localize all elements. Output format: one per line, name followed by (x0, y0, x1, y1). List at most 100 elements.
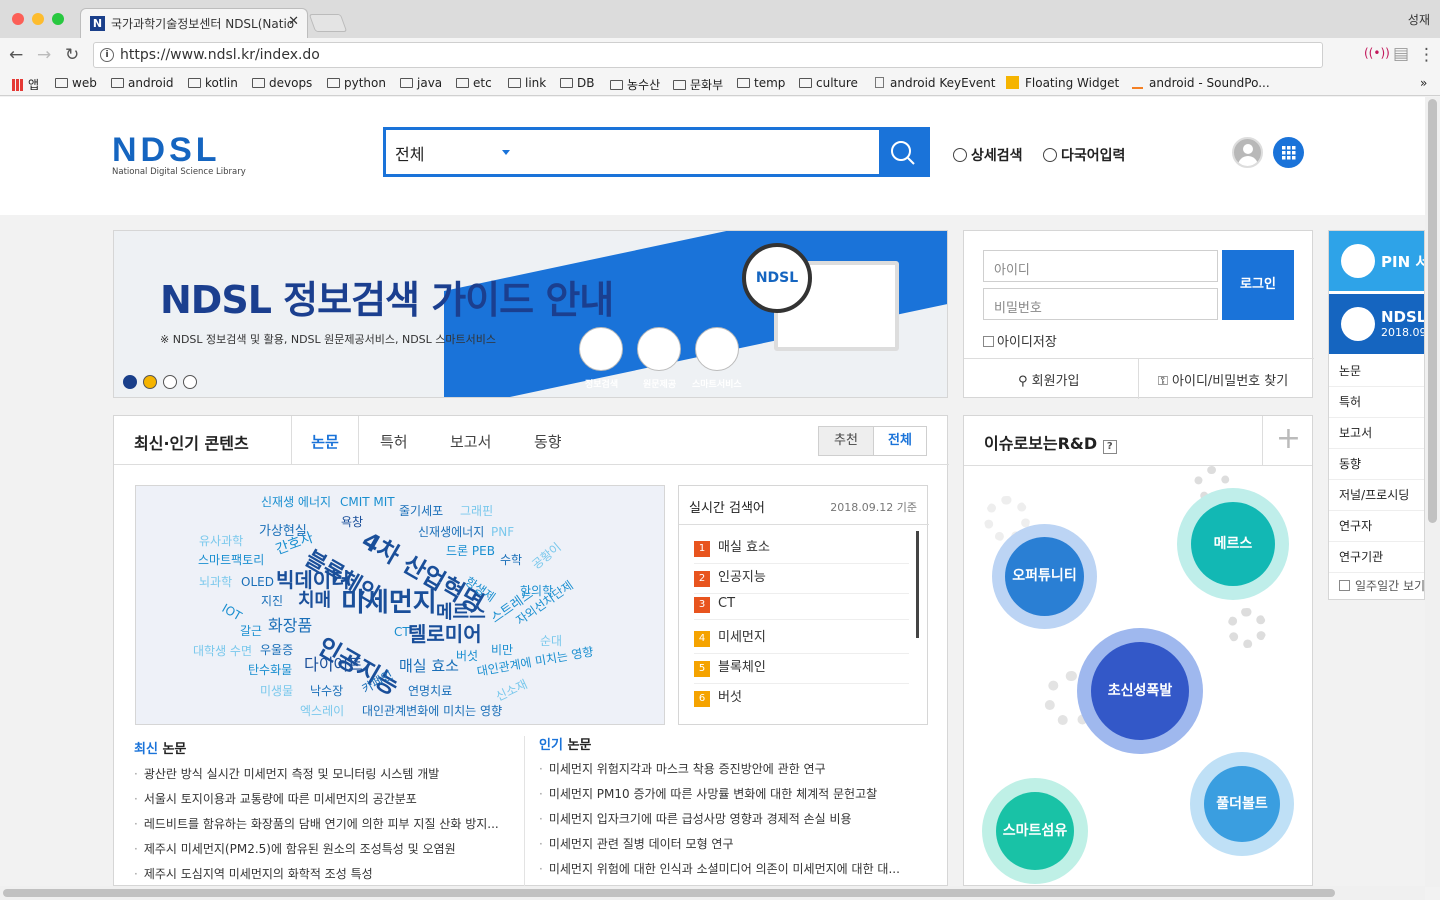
cast-icon[interactable]: ((•)) (1364, 46, 1390, 60)
cloud-keyword[interactable]: 수학 (500, 554, 522, 566)
reload-icon[interactable]: ↻ (65, 45, 79, 65)
cloud-keyword[interactable]: 연명치료 (408, 685, 452, 697)
issue-bubble-fulldervolt[interactable]: 풀더볼트 (1190, 752, 1294, 856)
latest-paper-item[interactable]: · 광산란 방식 실시간 미세먼지 측정 및 모니터링 시스템 개발 (134, 765, 509, 782)
cloud-keyword[interactable]: 메르스 (436, 604, 486, 622)
bookmark-page[interactable]: android - SoundPo... (1132, 76, 1270, 90)
cloud-keyword[interactable]: 치매 (298, 592, 331, 610)
close-tab-icon[interactable]: ✕ (288, 14, 299, 29)
cloud-keyword[interactable]: 갈근 (240, 625, 262, 637)
password-input[interactable]: 비밀번호 (983, 288, 1218, 320)
cloud-keyword[interactable]: 순대 (540, 635, 562, 647)
cloud-keyword[interactable]: 비만 (491, 644, 513, 656)
forward-icon[interactable]: → (37, 45, 51, 65)
maximize-window-button[interactable] (52, 13, 64, 25)
join-link[interactable]: ⚲ 회원가입 (1018, 370, 1080, 389)
cloud-keyword[interactable]: PNF (491, 526, 514, 538)
ndsl-app-banner[interactable]: NDSL 2018.09 (1329, 294, 1424, 354)
address-bar[interactable]: i https://www.ndsl.kr/index.do (93, 42, 1323, 68)
login-button[interactable]: 로그인 (1222, 250, 1294, 320)
bookmark-folder[interactable]: python (327, 76, 386, 90)
cloud-keyword[interactable]: 대인관계변화에 미치는 영향 (362, 705, 502, 717)
week-checkbox[interactable]: 일주일간 보기 (1339, 577, 1424, 594)
cloud-keyword[interactable]: 그래핀 (460, 505, 493, 517)
apps-bookmark[interactable]: 앱 (12, 76, 39, 93)
realtime-item[interactable]: 4 미세먼지 (694, 626, 909, 654)
bookmark-folder[interactable]: culture (799, 76, 858, 90)
sidebar-item[interactable]: 동향 (1339, 455, 1361, 472)
sidebar-item[interactable]: 저널/프로시딩 (1339, 486, 1409, 503)
popular-paper-item[interactable]: · 미세먼지 위험에 대한 인식과 소셜미디어 의존이 미세먼지에 대한 대... (539, 860, 919, 877)
search-scope-select[interactable]: 전체 (395, 141, 424, 165)
search-input[interactable] (521, 130, 876, 174)
realtime-item[interactable]: 1 매실 효소 (694, 536, 909, 564)
detail-search-link[interactable]: 상세검색 (953, 145, 1023, 165)
cloud-keyword[interactable]: 매실 효소 (399, 659, 459, 674)
cloud-keyword[interactable]: 우울증 (260, 644, 293, 656)
realtime-scrollbar[interactable] (916, 531, 919, 638)
cloud-keyword[interactable]: OLED (241, 576, 274, 588)
issue-bubble-supernova[interactable]: 초신성폭발 (1077, 628, 1203, 754)
sidebar-item[interactable]: 논문 (1339, 362, 1361, 379)
cloud-keyword[interactable]: 지진 (261, 595, 283, 607)
find-account-link[interactable]: ⚿ 아이디/비밀번호 찾기 (1158, 370, 1288, 389)
bookmark-page[interactable]: android KeyEvent (875, 76, 996, 90)
bookmark-folder[interactable]: DB (560, 76, 594, 90)
realtime-item[interactable]: 6 버섯 (694, 686, 909, 713)
vertical-scrollbar[interactable] (1425, 97, 1440, 887)
bookmark-folder[interactable]: temp (737, 76, 785, 90)
cloud-keyword[interactable]: 욕창 (341, 516, 363, 528)
cloud-keyword[interactable]: 유사과학 (199, 535, 243, 547)
bookmark-page[interactable]: Floating Widget (1006, 76, 1119, 90)
cloud-keyword[interactable]: 화장품 (268, 618, 312, 634)
cloud-keyword[interactable]: 빅데이터 (276, 570, 350, 590)
sidebar-item[interactable]: 보고서 (1339, 424, 1372, 441)
extension-icon[interactable]: ▤ (1393, 44, 1409, 64)
tab-paper[interactable]: 논문 (291, 416, 359, 465)
tab-trend[interactable]: 동향 (534, 431, 562, 452)
all-button[interactable]: 전체 (873, 426, 927, 456)
issue-bubble-mers[interactable]: 메르스 (1177, 488, 1289, 600)
bookmark-folder[interactable]: kotlin (188, 76, 238, 90)
issue-more-button[interactable]: + (1262, 416, 1312, 465)
recommend-button[interactable]: 추천 (818, 426, 874, 456)
cloud-keyword[interactable]: 텔로미어 (408, 624, 482, 644)
bookmark-folder[interactable]: etc (456, 76, 492, 90)
multilang-link[interactable]: 다국어입력 (1043, 145, 1125, 165)
latest-paper-item[interactable]: · 서울시 토지이용과 교통량에 따른 미세먼지의 공간분포 (134, 790, 509, 807)
latest-paper-item[interactable]: · 레드비트를 함유하는 화장품의 담배 연기에 의한 피부 지질 산화 방지..… (134, 815, 509, 832)
sidebar-item[interactable]: 연구기관 (1339, 548, 1383, 565)
latest-paper-item[interactable]: · 제주시 미세먼지(PM2.5)에 함유된 원소의 조성특성 및 오염원 (134, 840, 509, 857)
horizontal-scrollbar[interactable] (0, 886, 1425, 900)
cloud-keyword[interactable]: 줄기세포 (399, 505, 443, 517)
cloud-keyword[interactable]: 엑스레이 (300, 705, 344, 717)
popular-paper-item[interactable]: · 미세먼지 관련 질병 데이터 모형 연구 (539, 835, 919, 852)
id-input[interactable]: 아이디 (983, 250, 1218, 282)
realtime-item[interactable]: 5 블록체인 (694, 656, 909, 684)
cloud-keyword[interactable]: 미생물 (260, 685, 293, 697)
help-icon[interactable]: ? (1102, 440, 1117, 454)
new-tab-button[interactable] (308, 14, 348, 32)
cloud-keyword[interactable]: 버섯 (456, 650, 478, 662)
ndsl-logo[interactable]: NDSL National Digital Science Library (112, 133, 246, 177)
browser-tab[interactable]: N 국가과학기술정보센터 NDSL(Natio ✕ (80, 8, 308, 38)
cloud-keyword[interactable]: 공황이 (529, 540, 563, 572)
cloud-keyword[interactable]: 드론 PEB (446, 545, 495, 557)
info-icon[interactable]: i (100, 48, 114, 62)
cloud-keyword[interactable]: 신소재 (494, 677, 530, 704)
cloud-keyword[interactable]: 다이어트 (304, 657, 363, 673)
pin-service-button[interactable]: PIN 서비 (1329, 231, 1424, 291)
cloud-keyword[interactable]: IOT (220, 601, 245, 623)
popular-paper-item[interactable]: · 미세먼지 PM10 증가에 따른 사망률 변화에 대한 체계적 문헌고찰 (539, 785, 919, 802)
menu-icon[interactable]: ⋮ (1418, 45, 1435, 65)
cloud-keyword[interactable]: 신재생 에너지 (261, 496, 331, 508)
sidebar-item[interactable]: 연구자 (1339, 517, 1372, 534)
cloud-keyword[interactable]: 스마트팩토리 (198, 554, 264, 566)
cloud-keyword[interactable]: 신재생에너지 (418, 526, 484, 538)
bookmark-folder[interactable]: android (111, 76, 174, 90)
cloud-keyword[interactable]: 뇌과학 (199, 576, 232, 588)
cloud-keyword[interactable]: 대학생 수면 (193, 645, 252, 657)
app-grid-button[interactable] (1273, 137, 1304, 168)
cloud-keyword[interactable]: 미세먼지 (341, 590, 437, 616)
minimize-window-button[interactable] (32, 13, 44, 25)
